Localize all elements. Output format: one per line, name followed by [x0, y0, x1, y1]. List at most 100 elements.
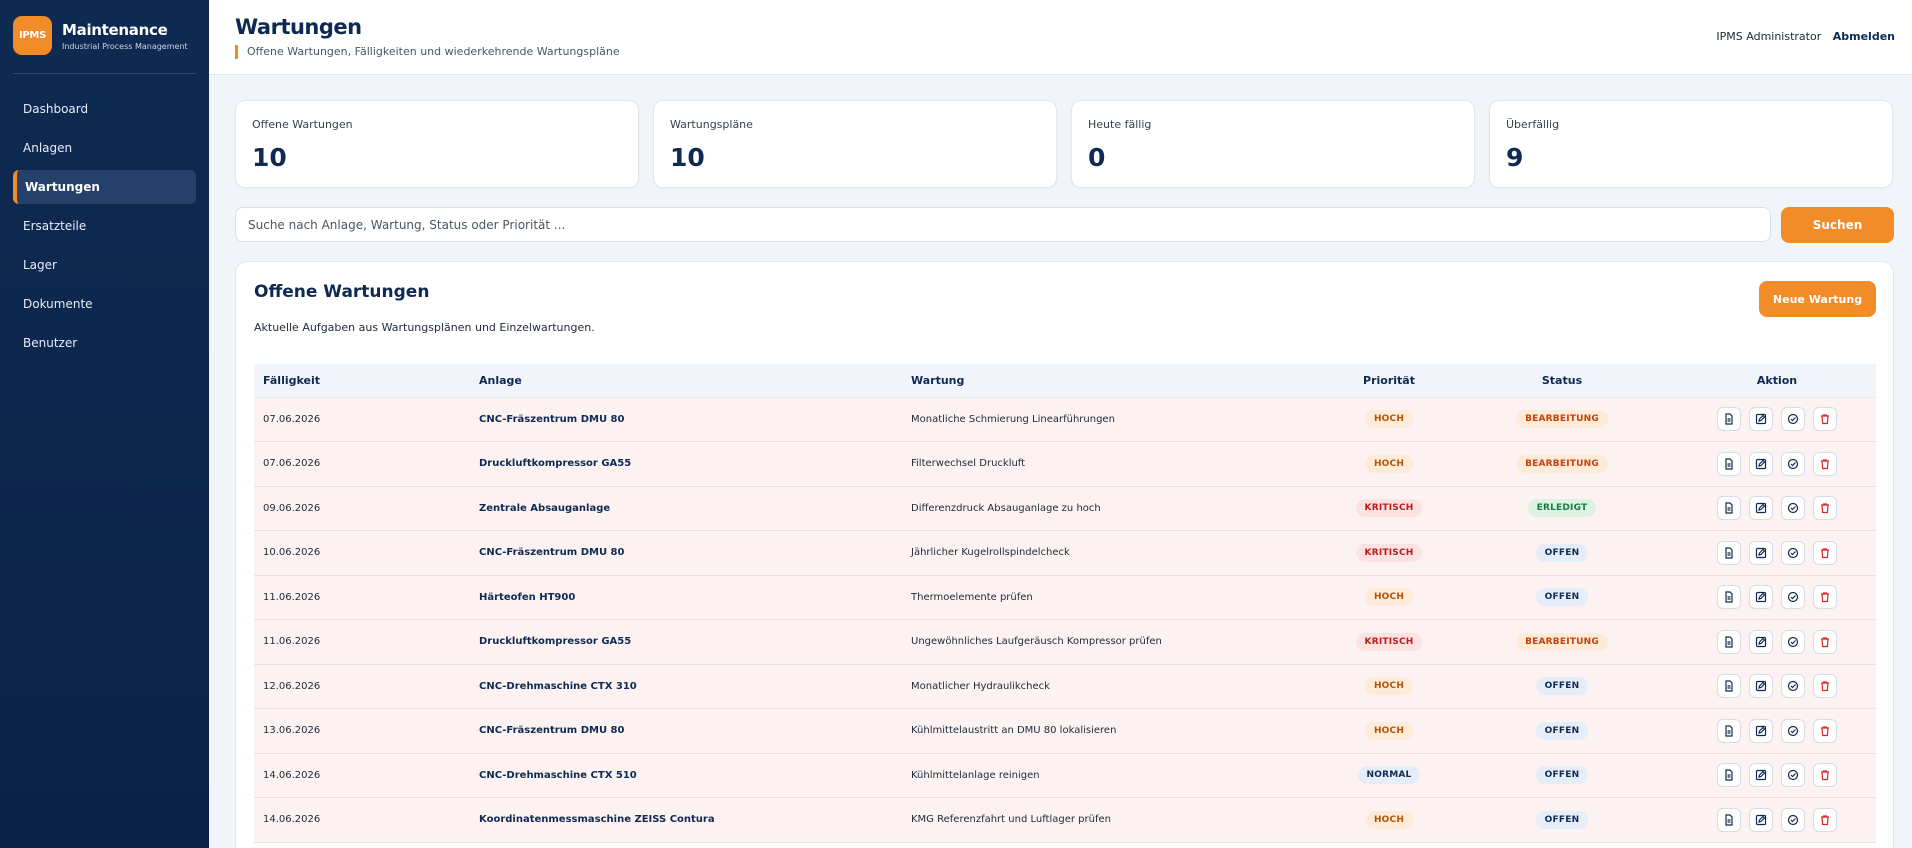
- task-cell: Jährlicher Kugelrollspindelcheck: [902, 530, 1332, 576]
- status-cell: OFFEN: [1446, 708, 1678, 754]
- priority-cell: HOCH: [1332, 397, 1446, 442]
- new-maintenance-button[interactable]: Neue Wartung: [1759, 281, 1876, 317]
- document-icon[interactable]: [1717, 451, 1741, 476]
- nav-item-dashboard[interactable]: Dashboard: [13, 92, 196, 126]
- priority-badge: HOCH: [1364, 810, 1414, 829]
- edit-icon[interactable]: [1749, 629, 1773, 654]
- asset-cell[interactable]: CNC-Fräszentrum DMU 80: [470, 397, 902, 442]
- column-header-task[interactable]: Wartung: [902, 364, 1332, 398]
- edit-icon[interactable]: [1749, 718, 1773, 743]
- edit-icon[interactable]: [1749, 763, 1773, 788]
- sidebar: IPMS Maintenance Industrial Process Mana…: [0, 0, 209, 848]
- trash-icon[interactable]: [1813, 540, 1837, 565]
- nav-item-benutzer[interactable]: Benutzer: [13, 326, 196, 360]
- brand[interactable]: IPMS Maintenance Industrial Process Mana…: [0, 0, 209, 55]
- table-row[interactable]: 09.06.2026 Zentrale Absauganlage Differe…: [254, 486, 1876, 531]
- table-row[interactable]: 07.06.2026 Druckluftkompressor GA55 Filt…: [254, 441, 1876, 487]
- top-bar: Wartungen Offene Wartungen, Fälligkeiten…: [209, 0, 1912, 75]
- trash-icon[interactable]: [1813, 496, 1837, 521]
- asset-cell[interactable]: Zentrale Absauganlage: [470, 486, 902, 531]
- table-row[interactable]: 14.06.2026 Koordinatenmessmaschine ZEISS…: [254, 797, 1876, 843]
- nav-item-ersatzteile[interactable]: Ersatzteile: [13, 209, 196, 243]
- check-icon[interactable]: [1781, 585, 1805, 610]
- trash-icon[interactable]: [1813, 451, 1837, 476]
- column-header-status[interactable]: Status: [1446, 364, 1678, 398]
- check-icon[interactable]: [1781, 451, 1805, 476]
- trash-icon[interactable]: [1813, 674, 1837, 699]
- edit-icon[interactable]: [1749, 807, 1773, 832]
- asset-cell[interactable]: Druckluftkompressor GA55: [470, 441, 902, 487]
- search-button[interactable]: Suchen: [1781, 207, 1894, 243]
- edit-icon[interactable]: [1749, 451, 1773, 476]
- edit-icon[interactable]: [1749, 585, 1773, 610]
- stat-value: 9: [1506, 143, 1524, 172]
- check-icon[interactable]: [1781, 674, 1805, 699]
- asset-cell[interactable]: CNC-Drehmaschine CTX 510: [470, 753, 902, 798]
- table-row[interactable]: 12.06.2026 CNC-Drehmaschine CTX 310 Mona…: [254, 664, 1876, 709]
- document-icon[interactable]: [1717, 807, 1741, 832]
- edit-icon[interactable]: [1749, 407, 1773, 432]
- table-row[interactable]: 11.06.2026 Härteofen HT900 Thermoelement…: [254, 575, 1876, 620]
- trash-icon[interactable]: [1813, 629, 1837, 654]
- document-icon[interactable]: [1717, 407, 1741, 432]
- trash-icon[interactable]: [1813, 807, 1837, 832]
- nav-item-lager[interactable]: Lager: [13, 248, 196, 282]
- check-icon[interactable]: [1781, 629, 1805, 654]
- column-header-asset[interactable]: Anlage: [470, 364, 902, 398]
- document-icon[interactable]: [1717, 585, 1741, 610]
- action-cell: [1678, 397, 1876, 442]
- table-row[interactable]: 11.06.2026 Druckluftkompressor GA55 Unge…: [254, 619, 1876, 665]
- document-icon[interactable]: [1717, 629, 1741, 654]
- check-icon[interactable]: [1781, 763, 1805, 788]
- check-icon[interactable]: [1781, 540, 1805, 565]
- nav-item-anlagen[interactable]: Anlagen: [13, 131, 196, 165]
- table-row[interactable]: 13.06.2026 CNC-Fräszentrum DMU 80 Kühlmi…: [254, 708, 1876, 754]
- priority-cell: HOCH: [1332, 441, 1446, 487]
- document-icon[interactable]: [1717, 763, 1741, 788]
- check-icon[interactable]: [1781, 807, 1805, 832]
- column-header-due[interactable]: Fälligkeit: [254, 364, 470, 398]
- column-header-priority[interactable]: Priorität: [1332, 364, 1446, 398]
- task-cell: Thermoelemente prüfen: [902, 575, 1332, 620]
- status-cell: OFFEN: [1446, 575, 1678, 620]
- edit-icon[interactable]: [1749, 540, 1773, 565]
- check-icon[interactable]: [1781, 718, 1805, 743]
- asset-cell[interactable]: Härteofen HT900: [470, 575, 902, 620]
- edit-icon[interactable]: [1749, 674, 1773, 699]
- document-icon[interactable]: [1717, 496, 1741, 521]
- asset-cell[interactable]: CNC-Fräszentrum DMU 80: [470, 708, 902, 754]
- trash-icon[interactable]: [1813, 763, 1837, 788]
- asset-cell[interactable]: Druckluftkompressor GA55: [470, 619, 902, 665]
- status-badge: OFFEN: [1535, 810, 1589, 829]
- table-header-row: Fälligkeit Anlage Wartung Priorität Stat…: [254, 364, 1876, 398]
- user-area: IPMS Administrator Abmelden: [1716, 30, 1895, 43]
- asset-cell[interactable]: CNC-Drehmaschine CTX 310: [470, 664, 902, 709]
- check-icon[interactable]: [1781, 407, 1805, 432]
- document-icon[interactable]: [1717, 540, 1741, 565]
- due-date-cell: 12.06.2026: [254, 664, 470, 709]
- table-row[interactable]: 10.06.2026 CNC-Fräszentrum DMU 80 Jährli…: [254, 530, 1876, 576]
- trash-icon[interactable]: [1813, 407, 1837, 432]
- table-row[interactable]: 07.06.2026 CNC-Fräszentrum DMU 80 Monatl…: [254, 397, 1876, 442]
- document-icon[interactable]: [1717, 674, 1741, 699]
- stat-label: Überfällig: [1506, 118, 1560, 131]
- search-input[interactable]: [235, 207, 1771, 242]
- asset-cell[interactable]: Koordinatenmessmaschine ZEISS Contura: [470, 797, 902, 843]
- asset-cell[interactable]: CNC-Fräszentrum DMU 80: [470, 530, 902, 576]
- brand-logo: IPMS: [13, 16, 52, 55]
- table-row[interactable]: 14.06.2026 CNC-Drehmaschine CTX 510 Kühl…: [254, 753, 1876, 798]
- stat-label: Offene Wartungen: [252, 118, 353, 131]
- edit-icon[interactable]: [1749, 496, 1773, 521]
- panel-description: Aktuelle Aufgaben aus Wartungsplänen und…: [254, 321, 595, 334]
- sidebar-divider: [13, 73, 196, 74]
- panel-title: Offene Wartungen: [254, 282, 430, 302]
- logout-link[interactable]: Abmelden: [1833, 30, 1895, 43]
- nav-item-wartungen[interactable]: Wartungen: [13, 170, 196, 204]
- priority-cell: KRITISCH: [1332, 486, 1446, 531]
- priority-cell: HOCH: [1332, 664, 1446, 709]
- nav-item-dokumente[interactable]: Dokumente: [13, 287, 196, 321]
- document-icon[interactable]: [1717, 718, 1741, 743]
- trash-icon[interactable]: [1813, 585, 1837, 610]
- check-icon[interactable]: [1781, 496, 1805, 521]
- trash-icon[interactable]: [1813, 718, 1837, 743]
